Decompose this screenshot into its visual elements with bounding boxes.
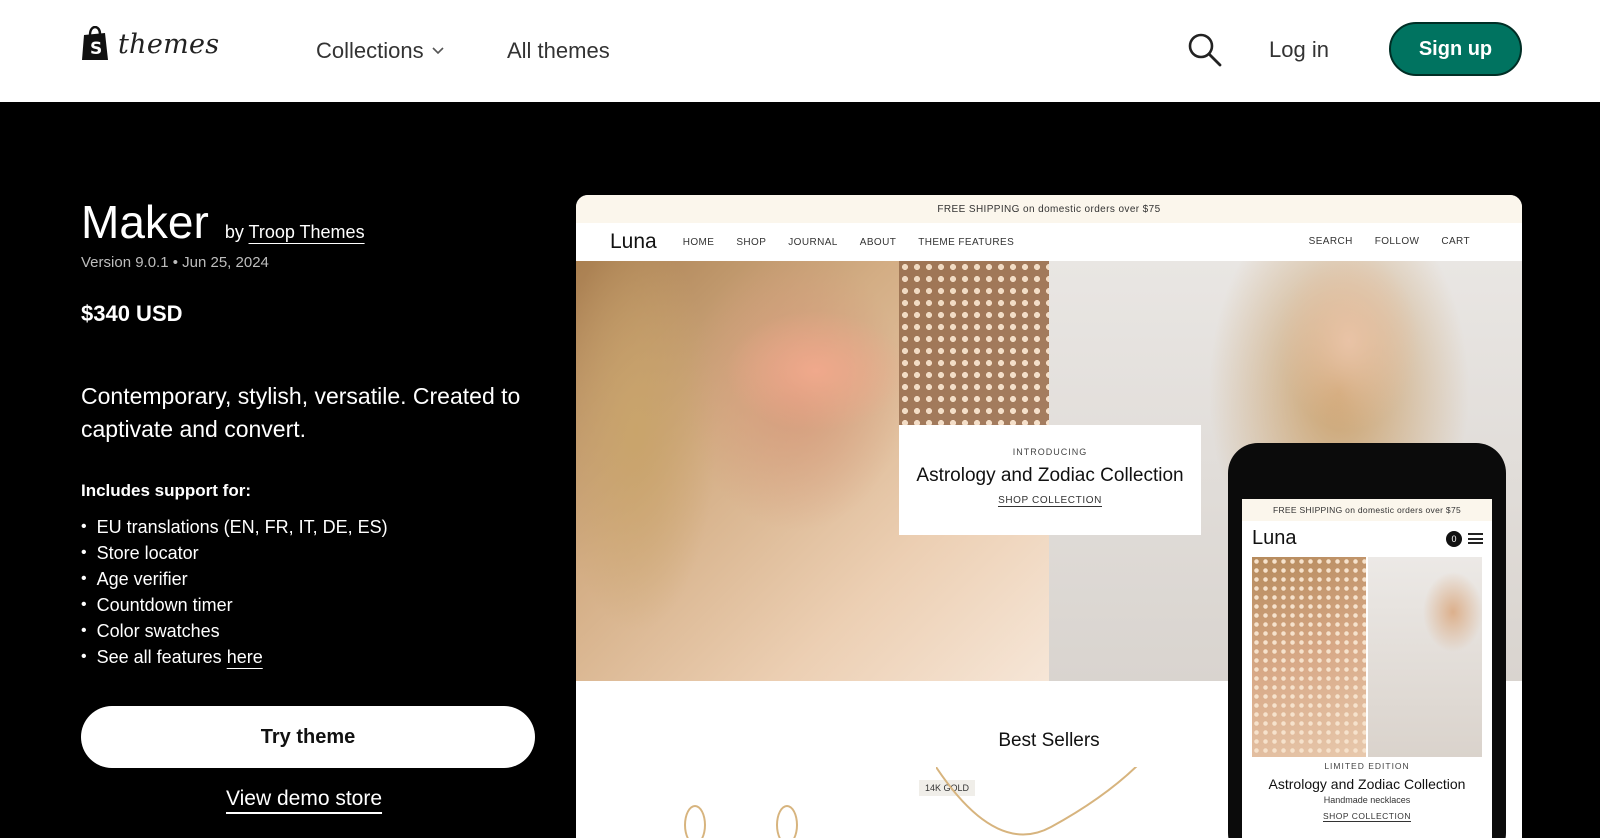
- store-logo: Luna: [610, 230, 657, 253]
- feature-item: Store locator: [81, 540, 388, 566]
- hero-shop-link: SHOP COLLECTION: [998, 495, 1102, 507]
- all-themes-link[interactable]: All themes: [507, 38, 610, 64]
- mobile-photo-right: [1368, 557, 1482, 757]
- earring-image: [684, 805, 706, 838]
- hero-card: INTRODUCING Astrology and Zodiac Collect…: [899, 425, 1201, 535]
- view-demo-store-link[interactable]: View demo store: [226, 787, 382, 811]
- hero-title: Astrology and Zodiac Collection: [916, 465, 1184, 486]
- collections-label: Collections: [316, 38, 424, 63]
- store-nav-follow: FOLLOW: [1374, 236, 1420, 247]
- feature-item-see-all: See all features here: [81, 644, 388, 670]
- feature-item: Age verifier: [81, 566, 388, 592]
- theme-price: $340 USD: [81, 301, 183, 326]
- shopify-themes-logo[interactable]: S themes: [80, 25, 220, 62]
- store-nav-cart: CART: [1441, 236, 1470, 247]
- mobile-hero-text: LIMITED EDITION Astrology and Zodiac Col…: [1242, 761, 1492, 824]
- feature-item: EU translations (EN, FR, IT, DE, ES): [81, 514, 388, 540]
- collections-dropdown[interactable]: Collections: [316, 38, 444, 64]
- svg-text:S: S: [90, 39, 102, 59]
- try-theme-button[interactable]: Try theme: [81, 706, 535, 768]
- feature-item: Countdown timer: [81, 592, 388, 618]
- store-nav-search: SEARCH: [1308, 236, 1353, 247]
- shipping-banner: FREE SHIPPING on domestic orders over $7…: [576, 195, 1522, 223]
- mobile-shipping-banner: FREE SHIPPING on domestic orders over $7…: [1242, 499, 1492, 521]
- see-all-features-link[interactable]: here: [227, 647, 263, 668]
- theme-tagline: Contemporary, stylish, versatile. Create…: [81, 383, 521, 442]
- top-navigation: S themes Collections All themes Log in S…: [0, 0, 1600, 102]
- mobile-limited-edition: LIMITED EDITION: [1324, 761, 1410, 771]
- mobile-logo: Luna: [1252, 526, 1297, 549]
- see-all-text: See all features: [96, 646, 222, 667]
- feature-item: Color swatches: [81, 618, 388, 644]
- login-link[interactable]: Log in: [1269, 37, 1329, 63]
- chevron-down-icon: [432, 47, 444, 55]
- store-nav-journal: JOURNAL: [788, 236, 838, 248]
- store-navigation: Luna HOME SHOP JOURNAL ABOUT THEME FEATU…: [576, 223, 1522, 261]
- signup-button[interactable]: Sign up: [1389, 22, 1522, 76]
- logo-wordmark: themes: [118, 28, 220, 60]
- mobile-preview: FREE SHIPPING on domestic orders over $7…: [1228, 443, 1506, 838]
- light-pattern: [899, 261, 1049, 441]
- mobile-shop-link: SHOP COLLECTION: [1322, 811, 1412, 822]
- search-icon[interactable]: [1186, 31, 1224, 69]
- hero-intro: INTRODUCING: [1012, 447, 1088, 457]
- theme-name: Maker: [81, 196, 209, 248]
- theme-title-row: Maker by Troop Themes: [81, 195, 365, 249]
- necklace-image: [936, 767, 1138, 836]
- store-nav-links: HOME SHOP JOURNAL ABOUT THEME FEATURES: [683, 237, 1014, 248]
- store-nav-home: HOME: [682, 236, 715, 248]
- by-prefix: by: [224, 222, 244, 242]
- mobile-photo-left: [1252, 557, 1366, 757]
- store-nav-right: SEARCH FOLLOW CART: [1309, 236, 1470, 247]
- mobile-hero-title: Astrology and Zodiac Collection: [1268, 776, 1466, 792]
- support-heading: Includes support for:: [81, 481, 251, 500]
- theme-author: by Troop Themes: [225, 222, 365, 243]
- earring-image: [776, 805, 798, 838]
- author-link[interactable]: Troop Themes: [249, 222, 365, 242]
- mobile-nav: Luna 0: [1242, 521, 1492, 555]
- store-nav-about: ABOUT: [859, 236, 897, 248]
- shopify-bag-icon: S: [80, 25, 110, 62]
- mobile-hero-subtitle: Handmade necklaces: [1323, 795, 1411, 805]
- feature-list: EU translations (EN, FR, IT, DE, ES) Sto…: [81, 514, 388, 670]
- mobile-screen: FREE SHIPPING on domestic orders over $7…: [1242, 499, 1492, 838]
- cart-count-badge: 0: [1446, 531, 1462, 547]
- store-nav-theme-features: THEME FEATURES: [918, 236, 1015, 248]
- store-nav-shop: SHOP: [736, 236, 767, 248]
- hamburger-menu-icon: [1468, 533, 1483, 544]
- version-info: Version 9.0.1 • Jun 25, 2024: [81, 254, 269, 271]
- mobile-hero-image: [1252, 557, 1482, 757]
- theme-preview-image: FREE SHIPPING on domestic orders over $7…: [576, 195, 1522, 838]
